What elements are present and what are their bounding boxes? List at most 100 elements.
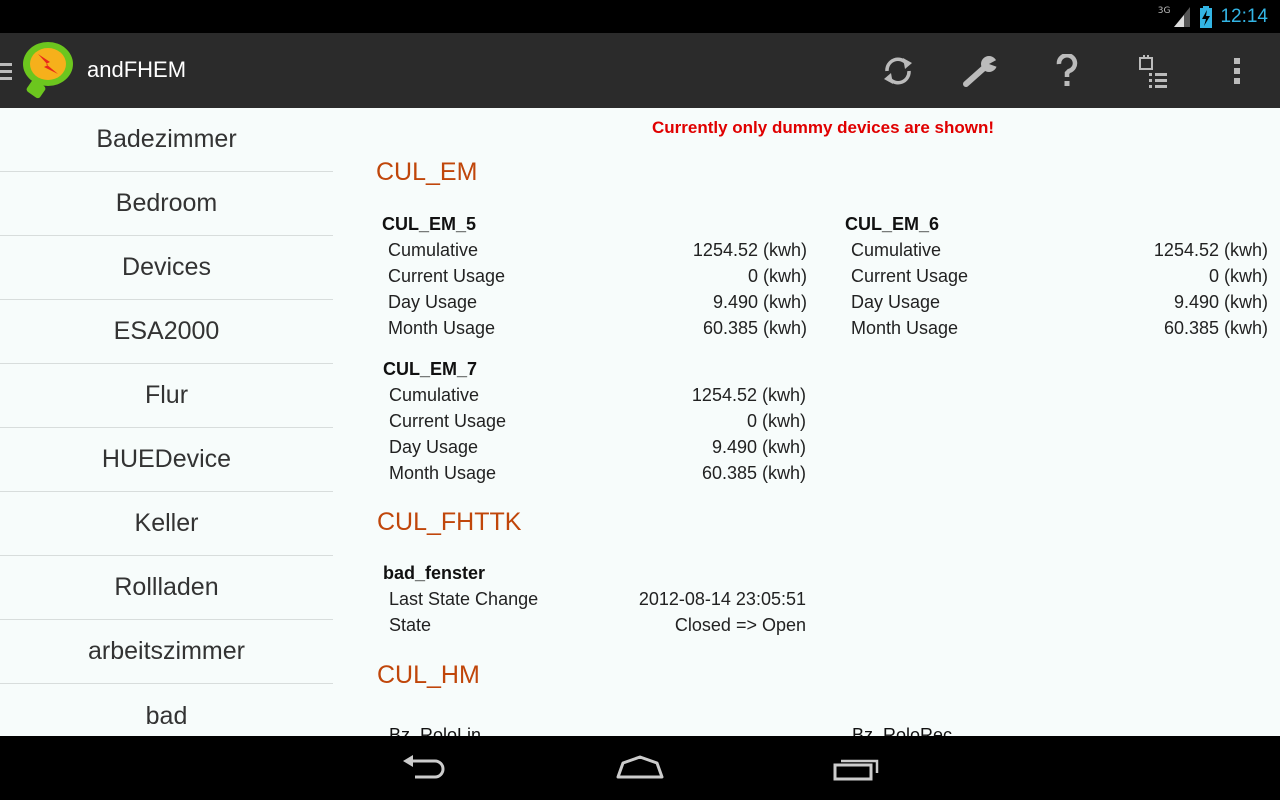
- reading-row: Day Usage 9.490 (kwh): [383, 434, 806, 460]
- status-bar: 3G 12:14: [0, 0, 1280, 33]
- reading-label: Day Usage: [389, 437, 479, 457]
- home-button[interactable]: [600, 748, 680, 788]
- settings-button[interactable]: [957, 48, 1007, 94]
- room-item[interactable]: Rollladen: [0, 556, 333, 620]
- reading-value: 60.385 (kwh): [1163, 318, 1268, 338]
- reading-value: 9.490 (kwh): [712, 292, 807, 312]
- device-card-bad-fenster[interactable]: bad_fenster Last State Change 2012-08-14 …: [383, 560, 806, 638]
- app-logo-icon[interactable]: [20, 40, 76, 100]
- reading-row: Current Usage 0 (kwh): [383, 408, 806, 434]
- room-item[interactable]: Badezimmer: [0, 108, 333, 172]
- reading-label: Cumulative: [389, 385, 480, 405]
- reading-label: Last State Change: [389, 589, 539, 609]
- room-label: Flur: [144, 381, 189, 409]
- reading-row: State Closed => Open: [383, 612, 806, 638]
- drawer-indicator-icon[interactable]: [0, 61, 14, 81]
- room-label: ESA2000: [113, 317, 220, 345]
- room-item[interactable]: arbeitszimmer: [0, 620, 333, 684]
- reading-row: Month Usage 60.385 (kwh): [845, 315, 1268, 341]
- reading-row: Cumulative 1254.52 (kwh): [382, 237, 807, 263]
- timer-list-icon: [1139, 55, 1167, 88]
- reading-value: 2012-08-14 23:05:51: [638, 589, 806, 609]
- content-area: Badezimmer Bedroom Devices ESA2000 Flur …: [0, 108, 1280, 736]
- status-icons: 3G 12:14: [1158, 4, 1268, 30]
- reading-row: Day Usage 9.490 (kwh): [845, 289, 1268, 315]
- device-name: bad_fenster: [383, 563, 486, 583]
- timer-list-button[interactable]: [1128, 48, 1178, 94]
- reading-value: 0 (kwh): [746, 411, 806, 431]
- room-label: Bedroom: [115, 189, 218, 217]
- reading-label: Current Usage: [388, 266, 506, 286]
- refresh-button[interactable]: [873, 48, 923, 94]
- device-name: CUL_EM_7: [383, 359, 478, 379]
- room-list[interactable]: Badezimmer Bedroom Devices ESA2000 Flur …: [0, 108, 333, 736]
- recent-apps-icon: [833, 759, 879, 781]
- recent-apps-button[interactable]: [816, 748, 896, 788]
- room-label: arbeitszimmer: [88, 637, 245, 665]
- home-icon: [616, 755, 664, 779]
- reading-label: Current Usage: [389, 411, 507, 431]
- overflow-menu-icon: [1234, 58, 1240, 84]
- device-card-bz-rololin[interactable]: Bz_RoloLin: [389, 722, 749, 736]
- refresh-icon: [884, 57, 912, 85]
- clock: 12:14: [1220, 6, 1268, 27]
- room-item[interactable]: HUEDevice: [0, 428, 333, 492]
- room-item[interactable]: bad: [0, 684, 333, 736]
- reading-value: 0 (kwh): [747, 266, 807, 286]
- room-item[interactable]: ESA2000: [0, 300, 333, 364]
- device-name: CUL_EM_5: [382, 214, 477, 234]
- room-label: bad: [145, 701, 188, 730]
- room-label: HUEDevice: [101, 445, 232, 473]
- room-label: Keller: [134, 509, 199, 537]
- signal-icon: [1174, 7, 1191, 27]
- room-item[interactable]: Keller: [0, 492, 333, 556]
- battery-charging-icon: [1200, 6, 1213, 28]
- room-label: Rollladen: [114, 573, 219, 601]
- action-bar: andFHEM: [0, 33, 1280, 108]
- device-panel[interactable]: Currently only dummy devices are shown! …: [333, 108, 1280, 736]
- room-item[interactable]: Flur: [0, 364, 333, 428]
- device-card-cul-em-6[interactable]: CUL_EM_6 Cumulative 1254.52 (kwh) Current…: [845, 211, 1268, 341]
- room-item[interactable]: Devices: [0, 236, 333, 300]
- section-title-cul-hm: CUL_HM: [377, 661, 480, 689]
- back-icon: [403, 755, 445, 779]
- room-item[interactable]: Bedroom: [0, 172, 333, 236]
- device-card-cul-em-7[interactable]: CUL_EM_7 Cumulative 1254.52 (kwh) Current…: [383, 356, 806, 486]
- room-label: Badezimmer: [96, 125, 237, 153]
- reading-label: State: [389, 615, 432, 635]
- reading-label: Day Usage: [851, 292, 941, 312]
- help-icon: [1056, 54, 1078, 86]
- network-type-label: 3G: [1157, 6, 1171, 16]
- room-label: Devices: [122, 253, 211, 281]
- dummy-devices-notice: Currently only dummy devices are shown!: [652, 118, 994, 137]
- navigation-bar: [0, 736, 1280, 800]
- reading-value: Closed => Open: [674, 615, 806, 635]
- reading-value: 0 (kwh): [1208, 266, 1268, 286]
- reading-row: Cumulative 1254.52 (kwh): [383, 382, 806, 408]
- overflow-menu-button[interactable]: [1212, 48, 1262, 94]
- reading-label: Current Usage: [851, 266, 969, 286]
- reading-label: Month Usage: [389, 463, 497, 483]
- reading-value: 1254.52 (kwh): [1153, 240, 1268, 260]
- reading-row: Month Usage 60.385 (kwh): [383, 460, 806, 486]
- section-title-cul-fhttk: CUL_FHTTK: [377, 508, 522, 536]
- help-button[interactable]: [1042, 48, 1092, 94]
- reading-row: Current Usage 0 (kwh): [382, 263, 807, 289]
- reading-row: Current Usage 0 (kwh): [845, 263, 1268, 289]
- reading-value: 9.490 (kwh): [711, 437, 806, 457]
- reading-label: Month Usage: [851, 318, 959, 338]
- back-button[interactable]: [384, 748, 464, 788]
- reading-label: Day Usage: [388, 292, 478, 312]
- reading-value: 1254.52 (kwh): [692, 240, 807, 260]
- device-name: Bz_RoloRec: [852, 725, 953, 736]
- device-card-bz-rolorec[interactable]: Bz_RoloRec: [852, 722, 1212, 736]
- reading-value: 60.385 (kwh): [701, 463, 806, 483]
- wrench-icon: [963, 56, 1000, 87]
- device-card-cul-em-5[interactable]: CUL_EM_5 Cumulative 1254.52 (kwh) Current…: [382, 211, 807, 341]
- reading-value: 60.385 (kwh): [702, 318, 807, 338]
- reading-row: Cumulative 1254.52 (kwh): [845, 237, 1268, 263]
- device-name: CUL_EM_6: [845, 214, 940, 234]
- section-title-cul-em: CUL_EM: [376, 158, 478, 186]
- app-title: andFHEM: [87, 57, 187, 82]
- reading-value: 1254.52 (kwh): [691, 385, 806, 405]
